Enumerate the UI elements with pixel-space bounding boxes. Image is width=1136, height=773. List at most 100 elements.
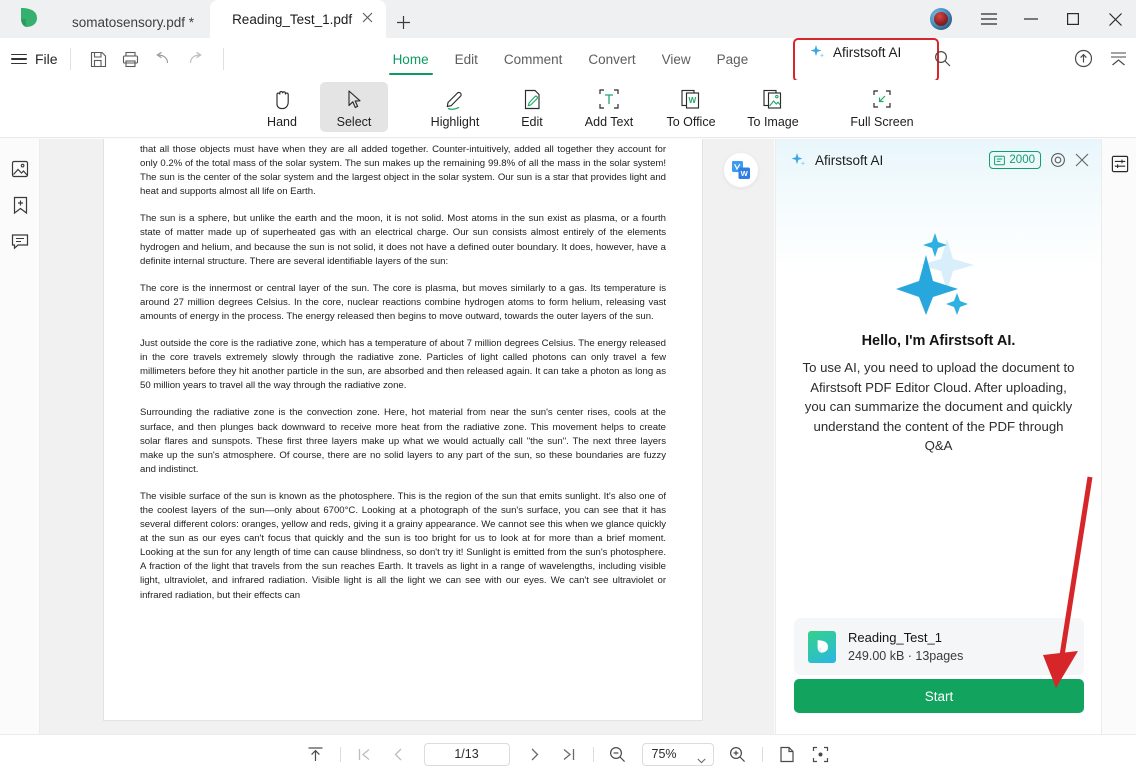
tab-label: Page bbox=[716, 51, 749, 67]
tool-label: To Image bbox=[747, 115, 799, 129]
tool-label: Full Screen bbox=[850, 115, 914, 129]
left-sidebar bbox=[0, 139, 40, 734]
sidebar-item-thumbnails[interactable] bbox=[0, 151, 40, 187]
window-controls bbox=[930, 0, 1136, 38]
start-button[interactable]: Start bbox=[794, 679, 1084, 713]
afirstsoft-ai-button[interactable]: Afirstsoft AI bbox=[800, 40, 910, 65]
next-page-button[interactable] bbox=[518, 739, 552, 769]
tab-home[interactable]: Home bbox=[380, 38, 442, 80]
cloud-upload-button[interactable] bbox=[1074, 49, 1093, 73]
pdf-page[interactable]: that all those objects must have when th… bbox=[103, 139, 703, 721]
sidebar-item-bookmarks[interactable] bbox=[0, 187, 40, 223]
tab-convert[interactable]: Convert bbox=[575, 38, 648, 80]
undo-button[interactable] bbox=[147, 44, 179, 74]
close-icon[interactable] bbox=[360, 12, 374, 26]
single-page-view-button[interactable] bbox=[770, 739, 804, 769]
doc-paragraph: that all those objects must have when th… bbox=[140, 144, 666, 198]
search-icon bbox=[934, 50, 951, 67]
redo-button[interactable] bbox=[179, 44, 211, 74]
save-icon bbox=[91, 51, 107, 67]
first-page-button[interactable] bbox=[348, 739, 382, 769]
tab-page[interactable]: Page bbox=[704, 38, 762, 80]
scroll-to-top-button[interactable] bbox=[299, 739, 333, 769]
zoom-out-button[interactable] bbox=[601, 739, 635, 769]
save-button[interactable] bbox=[83, 44, 115, 74]
ai-button-label: Afirstsoft AI bbox=[833, 45, 902, 60]
ai-panel-header: Afirstsoft AI 2000 bbox=[776, 139, 1101, 181]
ai-panel-title: Afirstsoft AI bbox=[815, 152, 884, 168]
add-text-icon bbox=[597, 86, 621, 112]
ai-description: To use AI, you need to upload the docume… bbox=[802, 360, 1075, 453]
cloud-upload-icon bbox=[1074, 49, 1093, 68]
avatar[interactable] bbox=[930, 8, 952, 30]
tool-full-screen[interactable]: Full Screen bbox=[843, 82, 921, 132]
doc-paragraph: Just outside the core is the radiative z… bbox=[140, 338, 666, 392]
bottom-toolbar: 1/13 75% bbox=[0, 734, 1136, 773]
pdf-file-icon bbox=[808, 630, 836, 663]
tab-comment[interactable]: Comment bbox=[491, 38, 576, 80]
tab-label: Reading_Test_1.pdf bbox=[232, 11, 353, 27]
tool-label: Select bbox=[336, 115, 372, 129]
page-indicator[interactable]: 1/13 bbox=[423, 742, 510, 766]
tool-to-image[interactable]: To Image bbox=[734, 82, 812, 132]
uploaded-file-card[interactable]: Reading_Test_1 249.00 kB · 13pages bbox=[794, 618, 1084, 675]
doc-paragraph: The visible surface of the sun is known … bbox=[140, 490, 666, 601]
tool-edit[interactable]: Edit bbox=[498, 82, 566, 132]
start-button-label: Start bbox=[924, 688, 954, 704]
properties-button[interactable] bbox=[1102, 149, 1136, 179]
tool-label: Hand bbox=[267, 115, 297, 129]
tab-edit[interactable]: Edit bbox=[442, 38, 491, 80]
first-page-icon bbox=[358, 748, 370, 760]
tab-label: Comment bbox=[503, 51, 563, 67]
prev-page-button[interactable] bbox=[382, 739, 416, 769]
undo-icon bbox=[155, 51, 168, 64]
tool-hand[interactable]: Hand bbox=[248, 82, 316, 132]
tab-label: Edit bbox=[454, 51, 478, 67]
title-bar: somatosensory.pdf * Reading_Test_1.pdf bbox=[0, 0, 1136, 38]
file-menu-label: File bbox=[35, 51, 58, 67]
document-viewport[interactable]: that all those objects must have when th… bbox=[40, 139, 774, 734]
right-sidebar bbox=[1101, 139, 1136, 734]
tab-view[interactable]: View bbox=[649, 38, 704, 80]
fit-page-icon bbox=[812, 746, 829, 762]
scroll-to-top-icon bbox=[308, 746, 323, 761]
tool-to-office[interactable]: W To Office bbox=[652, 82, 730, 132]
convert-to-word-floating-button[interactable]: W bbox=[723, 152, 759, 188]
zoom-level-select[interactable]: 75% bbox=[641, 742, 714, 767]
hamburger-icon bbox=[981, 13, 997, 25]
tab-reading-test-1[interactable]: Reading_Test_1.pdf bbox=[210, 0, 387, 38]
file-menu-button[interactable]: File bbox=[11, 51, 58, 68]
token-count: 2000 bbox=[1009, 154, 1035, 166]
bookmark-add-icon bbox=[13, 196, 27, 214]
new-tab-button[interactable] bbox=[386, 6, 420, 38]
token-badge[interactable]: 2000 bbox=[989, 151, 1041, 169]
fit-page-button[interactable] bbox=[804, 739, 838, 769]
tool-highlight[interactable]: Highlight bbox=[416, 82, 494, 132]
divider bbox=[222, 48, 224, 70]
close-window-button[interactable] bbox=[1094, 0, 1136, 38]
collapse-ribbon-button[interactable] bbox=[1110, 50, 1127, 72]
close-ai-panel-button[interactable] bbox=[1075, 153, 1089, 167]
divider bbox=[339, 746, 341, 762]
maximize-button[interactable] bbox=[1052, 0, 1094, 38]
last-page-button[interactable] bbox=[552, 739, 586, 769]
tool-select[interactable]: Select bbox=[320, 82, 388, 132]
tab-label: Convert bbox=[588, 51, 636, 67]
zoom-in-button[interactable] bbox=[721, 739, 755, 769]
ai-sparkle-icon bbox=[810, 45, 825, 58]
app-menu-button[interactable] bbox=[968, 0, 1010, 38]
search-button[interactable] bbox=[934, 50, 951, 72]
history-button[interactable] bbox=[1050, 152, 1066, 168]
print-button[interactable] bbox=[115, 44, 147, 74]
chevron-down-icon bbox=[696, 753, 706, 767]
minimize-button[interactable] bbox=[1010, 0, 1052, 38]
tab-somatosensory[interactable]: somatosensory.pdf * bbox=[56, 6, 210, 38]
tool-label: To Office bbox=[666, 115, 716, 129]
tab-strip: somatosensory.pdf * Reading_Test_1.pdf bbox=[56, 0, 420, 38]
sidebar-item-comments[interactable] bbox=[0, 223, 40, 259]
tool-add-text[interactable]: Add Text bbox=[570, 82, 648, 132]
app-window: somatosensory.pdf * Reading_Test_1.pdf F… bbox=[0, 0, 1136, 773]
file-meta: Reading_Test_1 249.00 kB · 13pages bbox=[848, 630, 963, 663]
tool-ribbon: Hand Select Highlight Edit Add Text W To… bbox=[0, 80, 1136, 212]
zoom-level-value: 75% bbox=[651, 747, 677, 761]
